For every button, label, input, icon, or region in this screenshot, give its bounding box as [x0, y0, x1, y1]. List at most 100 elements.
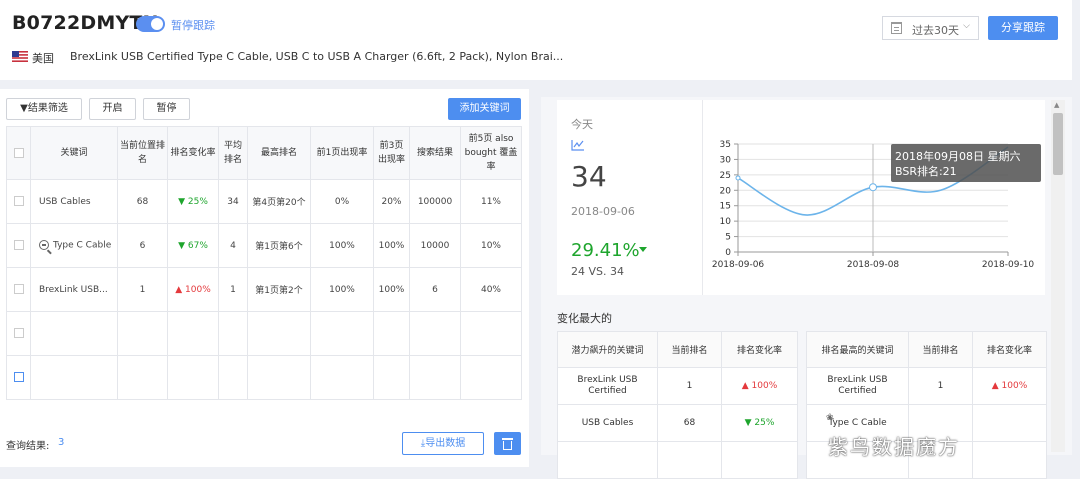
export-button[interactable]: ⤓导出数据	[402, 432, 484, 455]
filter-icon: ▼	[20, 103, 28, 114]
add-keyword-button[interactable]: 添加关键词	[448, 98, 521, 120]
y-tick-label: 20	[720, 186, 732, 196]
avg-rank-cell: 4	[218, 223, 248, 268]
table-row: USB Cables 68 ▼ 25% 34 第4页第20个 0% 20% 10…	[6, 179, 522, 224]
date-range-value: 过去30天	[912, 24, 959, 37]
x-tick-label: 2018-09-08	[847, 260, 900, 270]
scroll-up-icon[interactable]: ▲	[1054, 101, 1059, 109]
row-checkbox[interactable]	[6, 311, 31, 356]
rank-change-cell: ▼ 67%	[167, 223, 219, 268]
data-point	[735, 175, 741, 181]
col-page3-rate[interactable]: 前3页出现率	[373, 126, 410, 180]
down-arrow-icon: ▼	[744, 417, 752, 428]
col-rank-change[interactable]: 排名变化率	[167, 126, 219, 180]
col-page1-rate[interactable]: 前1页出现率	[310, 126, 374, 180]
y-tick-label: 0	[725, 248, 731, 258]
page3-rate-cell: 100%	[373, 267, 410, 312]
table-row-partial	[557, 441, 798, 479]
down-arrow-icon	[639, 247, 647, 252]
change-cell: ▲ 100%	[972, 367, 1047, 405]
tooltip-value: BSR排名:21	[895, 164, 957, 178]
row-checkbox[interactable]	[6, 179, 31, 224]
best-rank-cell: 第4页第20个	[247, 179, 311, 224]
wechat-logo-icon: ❀	[826, 413, 834, 423]
page1-rate-cell: 0%	[310, 179, 374, 224]
current-rank-cell: 68	[117, 179, 168, 224]
row-checkbox[interactable]	[6, 223, 31, 268]
scrollbar-thumb[interactable]	[1053, 113, 1063, 175]
result-count: 3	[58, 437, 65, 448]
stat-date: 2018-09-06	[571, 205, 635, 218]
col-search-results[interactable]: 搜索结果	[409, 126, 461, 180]
table-header-row: 潜力飙升的关键词 当前排名 排名变化率	[557, 331, 798, 368]
also-bought-cell: 40%	[460, 267, 522, 312]
current-rank-cell: 6	[117, 223, 168, 268]
change-cell: ▼ 25%	[721, 404, 798, 442]
col-rank-change: 排名变化率	[721, 331, 798, 368]
x-tick-label: 2018-09-06	[712, 260, 765, 270]
start-button[interactable]: 开启	[89, 98, 136, 120]
market-label: 美国	[32, 52, 54, 65]
data-point-highlight	[869, 183, 877, 192]
up-arrow-icon: ▲	[175, 284, 183, 295]
page3-rate-cell: 20%	[373, 179, 410, 224]
table-row-empty	[6, 355, 522, 400]
table-row-empty	[6, 311, 522, 356]
y-tick-label: 10	[720, 217, 732, 227]
col-current-rank: 当前排名	[657, 331, 722, 368]
col-best-rank[interactable]: 最高排名	[247, 126, 311, 180]
y-tick-label: 5	[725, 233, 731, 243]
delete-button[interactable]	[494, 432, 521, 455]
watermark: 紫鸟数据魔方	[828, 435, 960, 459]
y-tick-label: 25	[720, 171, 731, 181]
bsr-line-chart: 0 5 10 15 20 25 30 35 2018-09-06 2018-09-08 2018-0…	[712, 140, 1041, 270]
row-checkbox[interactable]	[6, 355, 31, 400]
section-title: 变化最大的	[557, 312, 612, 325]
change-percent: 29.41%	[571, 240, 640, 261]
page-header	[0, 0, 1072, 80]
rank-change-cell: ▼ 25%	[167, 179, 219, 224]
col-top-keyword: 排名最高的关键词	[806, 331, 909, 368]
calendar-icon	[891, 22, 902, 34]
zoom-out-icon[interactable]	[39, 240, 49, 251]
keyword-cell: BrexLink USB Certified	[557, 367, 658, 405]
current-rank-cell: 1	[117, 267, 168, 312]
col-keyword[interactable]: 关键词	[30, 126, 118, 180]
rank-cell: 68	[657, 404, 722, 442]
table-row: BrexLink USB... 1 ▲ 100% 1 第1页第2个 100% 1…	[6, 267, 522, 312]
tracking-toggle[interactable]	[136, 16, 165, 32]
col-rank-change: 排名变化率	[972, 331, 1047, 368]
pause-button[interactable]: 暂停	[143, 98, 190, 120]
keyword-cell: BrexLink USB Certified	[806, 367, 909, 405]
col-current-rank[interactable]: 当前位置排名	[117, 126, 168, 180]
filter-button[interactable]: ▼结果筛选	[6, 98, 82, 120]
best-rank-cell: 第1页第2个	[247, 267, 311, 312]
table-row: Type C Cable 6 ▼ 67% 4 第1页第6个 100% 100% …	[6, 223, 522, 268]
page3-rate-cell: 100%	[373, 223, 410, 268]
table-row: BrexLink USB Certified 1 ▲ 100%	[557, 367, 798, 405]
comparison-text: 24 VS. 34	[571, 265, 624, 278]
select-all-checkbox[interactable]	[6, 126, 31, 180]
bsr-value: 34	[571, 160, 607, 193]
row-checkbox[interactable]	[6, 267, 31, 312]
table-row: BrexLink USB Certified 1 ▲ 100%	[806, 367, 1047, 405]
search-results-cell: 6	[409, 267, 461, 312]
y-tick-label: 30	[720, 155, 732, 165]
change-cell	[972, 404, 1047, 442]
rank-cell: 1	[657, 367, 722, 405]
tooltip-title: 2018年09月08日 星期六	[895, 149, 1021, 163]
date-range-select[interactable]: 过去30天 ⌵	[882, 16, 979, 40]
y-tick-label: 15	[720, 202, 731, 212]
today-label: 今天	[571, 118, 593, 131]
col-also-bought[interactable]: 前5页 also bought 覆盖率	[460, 126, 522, 180]
table-row: USB Cables 68 ▼ 25%	[557, 404, 798, 442]
col-avg-rank[interactable]: 平均排名	[218, 126, 248, 180]
up-arrow-icon: ▲	[991, 380, 999, 391]
x-tick-label: 2018-09-10	[982, 260, 1035, 270]
tracking-toggle-label: 暂停跟踪	[171, 19, 215, 32]
share-tracking-button[interactable]: 分享跟踪	[988, 16, 1058, 40]
rising-keywords-table: 潜力飙升的关键词 当前排名 排名变化率 BrexLink USB Certifi…	[557, 331, 798, 479]
keyword-cell: BrexLink USB...	[30, 267, 118, 312]
keyword-table: 关键词 当前位置排名 排名变化率 平均排名 最高排名 前1页出现率 前3页出现率…	[6, 126, 522, 400]
search-results-cell: 100000	[409, 179, 461, 224]
